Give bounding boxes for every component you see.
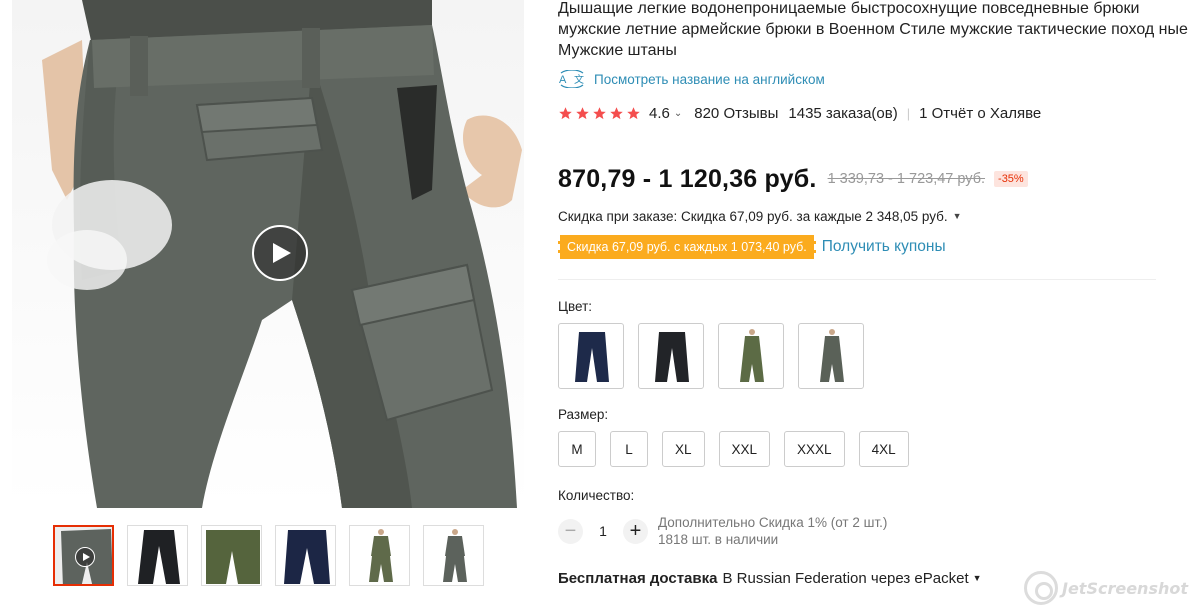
product-info: Дышащие легкие водонепроницаемые быстрос… [558, 0, 1190, 588]
color-swatch-army-green[interactable] [718, 323, 784, 389]
orders-count: 1435 заказа(ов) [788, 104, 898, 122]
play-icon [75, 547, 95, 567]
play-video-button[interactable] [252, 225, 308, 281]
order-discount-dropdown[interactable]: Скидка при заказе: Скидка 67,09 руб. за … [558, 207, 1190, 225]
coupon-row: Скидка 67,09 руб. с каждых 1 073,40 руб.… [558, 235, 1190, 259]
size-option-xxxl[interactable]: XXXL [784, 431, 845, 467]
thumbnail-black[interactable] [127, 525, 188, 586]
thumbnail-image [424, 526, 483, 585]
star-icon [627, 106, 640, 119]
size-label: Размер: [558, 407, 609, 422]
reviews-count[interactable]: 820 Отзывы [694, 105, 778, 122]
translate-title-link[interactable]: A 文 Посмотреть название на английском [558, 69, 1190, 89]
swatch-image [575, 332, 609, 382]
chevron-down-icon[interactable]: ⌄ [674, 108, 682, 119]
star-icon [559, 106, 572, 119]
get-coupons-link[interactable]: Получить купоны [822, 238, 946, 256]
color-swatches [558, 323, 1190, 389]
size-options: M L XL XXL XXXL 4XL [558, 431, 1190, 467]
thumbnail-gray[interactable] [423, 525, 484, 586]
original-price: 1 339,73 - 1 723,47 руб. [827, 171, 986, 187]
separator: | [906, 105, 911, 121]
color-swatch-navy[interactable] [558, 323, 624, 389]
thumbnail-army-green[interactable] [349, 525, 410, 586]
star-icon [576, 106, 589, 119]
coupon-tag[interactable]: Скидка 67,09 руб. с каждых 1 073,40 руб. [558, 235, 816, 259]
price-row: 870,79 - 1 120,36 руб. 1 339,73 - 1 723,… [558, 164, 1190, 194]
chevron-down-icon: ▼ [972, 573, 982, 583]
size-option-m[interactable]: M [558, 431, 596, 467]
quantity-decrease-button[interactable]: − [558, 518, 583, 544]
star-icon [610, 106, 623, 119]
size-option-xxl[interactable]: XXL [718, 431, 771, 467]
star-icon [593, 106, 606, 119]
swatch-image [655, 332, 689, 382]
size-option-4xl[interactable]: 4XL [858, 431, 909, 467]
watermark-logo-icon [1024, 571, 1058, 605]
thumbnail-image [128, 526, 187, 585]
thumbnail-image [276, 526, 335, 585]
play-icon [273, 243, 291, 263]
discount-badge: -35% [994, 171, 1028, 187]
svg-text:A: A [559, 74, 567, 86]
swatch-image [820, 329, 844, 382]
translate-label[interactable]: Посмотреть название на английском [594, 72, 825, 87]
thumbnail-gray-video[interactable] [53, 525, 114, 586]
swatch-image [740, 329, 764, 382]
size-option-l[interactable]: L [610, 431, 648, 467]
color-swatch-black[interactable] [638, 323, 704, 389]
chevron-down-icon: ▼ [952, 211, 962, 221]
quantity-value[interactable]: 1 [583, 523, 623, 539]
quantity-stepper: − 1 + Дополнительно Скидка 1% (от 2 шт.)… [558, 514, 1190, 548]
color-swatch-gray[interactable] [798, 323, 864, 389]
svg-text:文: 文 [574, 73, 584, 86]
order-discount-text: Скидка при заказе: Скидка 67,09 руб. за … [558, 208, 948, 224]
extra-discount-text: Дополнительно Скидка 1% (от 2 шт.) [658, 515, 888, 530]
thumbnail-image [202, 526, 261, 585]
star-rating [558, 106, 641, 121]
watermark-text: JetScreenshot [1062, 578, 1188, 598]
translate-icon: A 文 [559, 70, 584, 88]
current-price: 870,79 - 1 120,36 руб. [558, 164, 817, 193]
thumbnail-navy[interactable] [275, 525, 336, 586]
watermark: JetScreenshot [1024, 571, 1188, 605]
size-option-xl[interactable]: XL [662, 431, 705, 467]
color-label: Цвет: [558, 299, 593, 314]
free-report-link[interactable]: 1 Отчёт о Халяве [919, 105, 1041, 122]
stock-text: 1818 шт. в наличии [658, 532, 779, 547]
thumbnail-image [350, 526, 409, 585]
main-product-image[interactable] [12, 0, 524, 508]
quantity-info: Дополнительно Скидка 1% (от 2 шт.) 1818 … [658, 514, 887, 548]
quantity-label: Количество: [558, 488, 635, 503]
quantity-increase-button[interactable]: + [623, 518, 648, 544]
free-shipping-label: Бесплатная доставка [558, 569, 718, 587]
shipping-detail: В Russian Federation через ePacket [722, 569, 969, 587]
product-title: Дышащие легкие водонепроницаемые быстрос… [558, 0, 1188, 59]
rating-value[interactable]: 4.6 [649, 105, 670, 122]
thumbnail-green[interactable] [201, 525, 262, 586]
thumbnail-strip [53, 525, 484, 587]
divider [558, 279, 1156, 280]
rating-row: 4.6 ⌄ 820 Отзывы 1435 заказа(ов) | 1 Отч… [558, 102, 1190, 124]
